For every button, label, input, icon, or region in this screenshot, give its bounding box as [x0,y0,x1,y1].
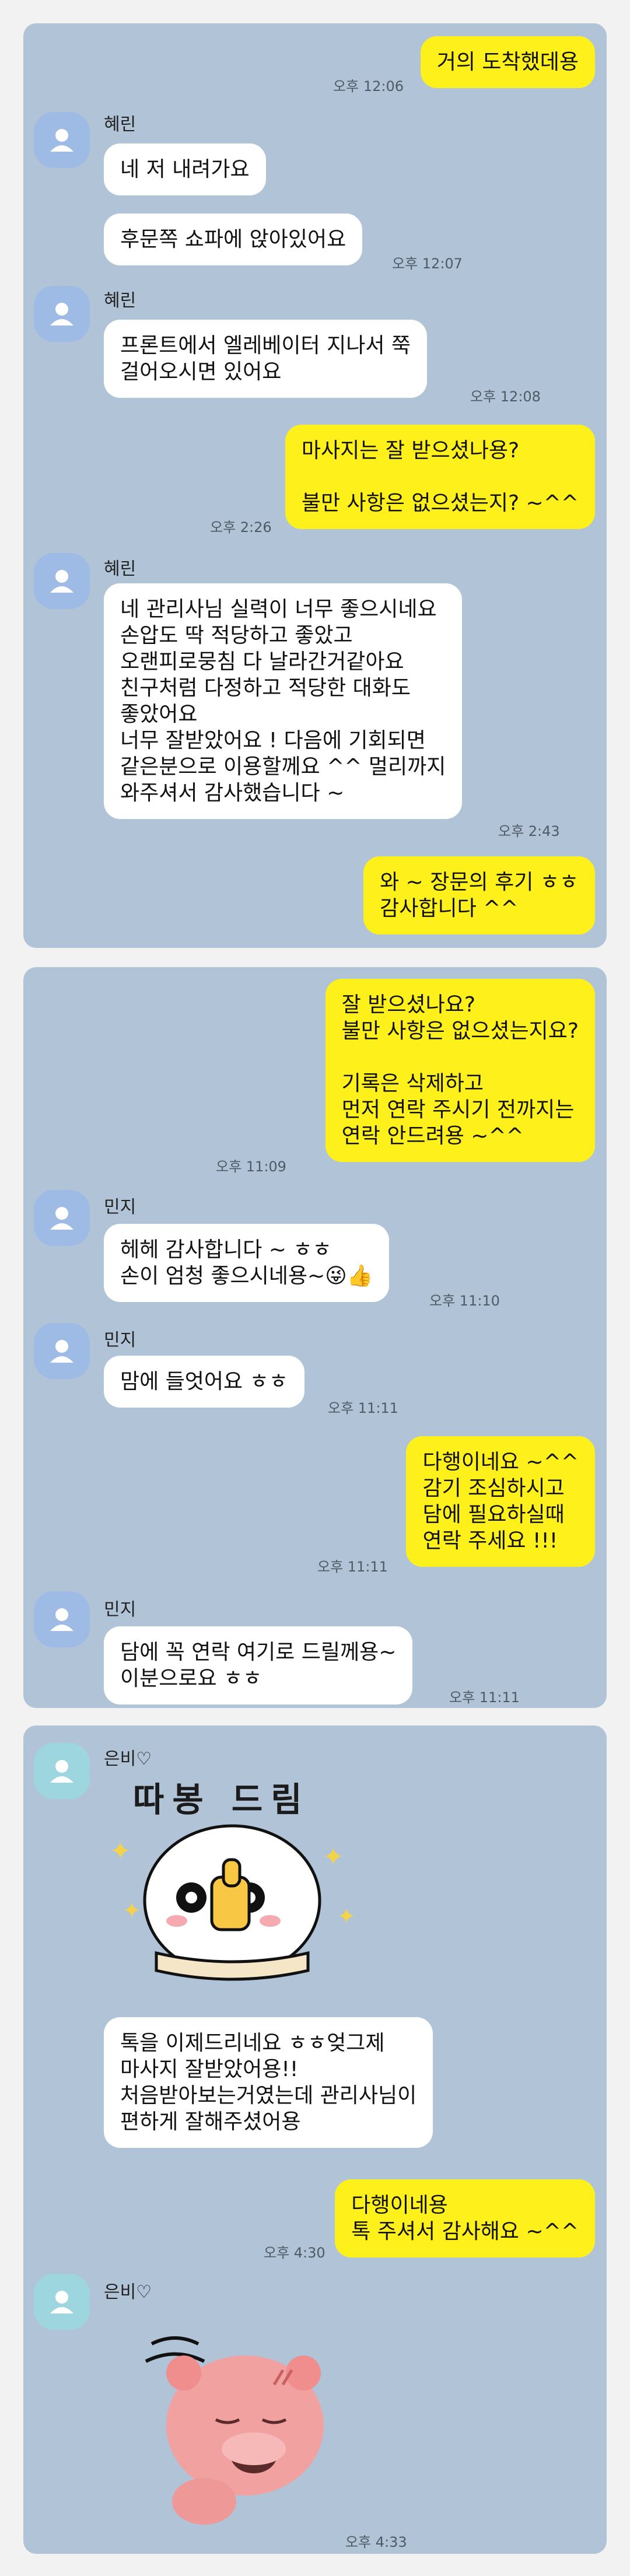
profile-avatar[interactable] [34,286,90,342]
svg-text:✦: ✦ [123,1898,141,1923]
message-timestamp: 오후 12:08 [470,388,541,405]
sender-name: 혜린 [104,290,136,311]
pink-character-sticker[interactable] [128,2309,350,2536]
chat-bubble-incoming[interactable]: 네 저 내려가요 [104,144,266,195]
profile-avatar[interactable] [34,2274,90,2330]
message-timestamp: 오후 11:10 [429,1293,500,1309]
chat-bubble-outgoing[interactable]: 다행이네용 톡 주셔서 감사해요 ~^^ [335,2179,595,2258]
chat-bubble-incoming[interactable]: 맘에 들엇어요 ㅎㅎ [104,1356,304,1408]
profile-avatar[interactable] [34,1743,90,1799]
profile-avatar[interactable] [34,1591,90,1647]
sticker-character-icon [145,2336,324,2525]
profile-avatar[interactable] [34,1323,90,1379]
sender-name: 민지 [104,1600,136,1620]
message-timestamp: 오후 11:09 [216,1158,286,1175]
person-icon [50,1608,74,1631]
person-icon [50,1760,74,1783]
sender-name: 은비♡ [104,1749,152,1769]
chat-bubble-outgoing[interactable]: 마사지는 잘 받으셨나용? 불만 사항은 없으셨는지? ~^^ [285,425,595,529]
sender-name: 혜린 [104,114,136,135]
chat-bubble-outgoing[interactable]: 잘 받으셨나요? 불만 사항은 없으셨는지요? 기록은 삭제하고 먼저 연락 주… [325,979,595,1162]
chat-panel-2: 잘 받으셨나요? 불만 사항은 없으셨는지요? 기록은 삭제하고 먼저 연락 주… [23,967,607,1708]
svg-text:✦: ✦ [337,1903,356,1929]
sender-name: 민지 [104,1330,136,1350]
chat-bubble-outgoing[interactable]: 다행이네요 ~^^ 감기 조심하시고 담에 필요하실때 연락 주세요 !!! [406,1436,595,1567]
message-timestamp: 오후 11:11 [317,1559,388,1575]
sender-name: 혜린 [104,559,136,579]
person-icon [50,570,74,593]
chat-bubble-incoming[interactable]: 담에 꼭 연락 여기로 드릴께용~ 이분으로요 ㅎㅎ [104,1626,413,1704]
message-timestamp: 오후 2:43 [498,823,560,839]
profile-avatar[interactable] [34,1190,90,1246]
message-timestamp: 오후 12:06 [333,78,404,94]
person-icon [50,129,74,152]
chat-bubble-incoming[interactable]: 후문쪽 쇼파에 앉아있어요 [104,214,363,265]
message-timestamp: 오후 11:11 [449,1689,520,1706]
message-timestamp: 오후 2:26 [210,519,272,536]
message-timestamp: 오후 12:07 [392,256,463,272]
person-icon [50,1340,74,1363]
message-timestamp: 오후 4:33 [345,2534,407,2550]
chat-bubble-incoming[interactable]: 헤헤 감사합니다 ~ ㅎㅎ 손이 엄청 좋으시네용~😜👍 [104,1224,390,1302]
svg-text:✦: ✦ [110,1836,131,1866]
chat-bubble-incoming[interactable]: 프론트에서 엘레베이터 지나서 쭉 걸어오시면 있어요 [104,320,428,398]
person-icon [50,2291,74,2314]
profile-avatar[interactable] [34,112,90,168]
person-icon [50,1207,74,1230]
svg-text:✦: ✦ [323,1842,344,1872]
sender-name: 민지 [104,1197,136,1217]
chat-bubble-incoming[interactable]: 톡을 이제드리네요 ㅎㅎ엊그제 마사지 잘받았어용!! 처음받아보는거였는데 관… [104,2017,433,2148]
chat-bubble-outgoing[interactable]: 거의 도착했데용 [420,36,595,88]
chat-bubble-incoming[interactable]: 네 관리사님 실력이 너무 좋으시네요 손압도 딱 적당하고 좋았고 오랜피로뭉… [104,583,463,819]
profile-avatar[interactable] [34,553,90,609]
person-icon [50,303,74,326]
message-timestamp: 오후 4:30 [264,2245,326,2261]
chat-panel-3: 은비♡ 따봉 드림 ✦ ✦ ✦ ✦ 톡을 이제드리네요 ㅎㅎ엊그제 마사지 잘받… [23,1726,607,2554]
sender-name: 은비♡ [104,2282,152,2302]
thumbs-up-sticker[interactable]: 따봉 드림 ✦ ✦ ✦ ✦ [104,1772,378,2006]
message-timestamp: 오후 11:11 [328,1400,398,1416]
chat-bubble-outgoing[interactable]: 와 ~ 장문의 후기 ㅎㅎ 감사합니다 ^^ [363,856,595,935]
sticker-character-icon: ✦ ✦ ✦ ✦ [110,1824,356,1981]
chat-panel-1: 거의 도착했데용 오후 12:06 혜린 네 저 내려가요 후문쪽 쇼파에 앉아… [23,23,607,948]
